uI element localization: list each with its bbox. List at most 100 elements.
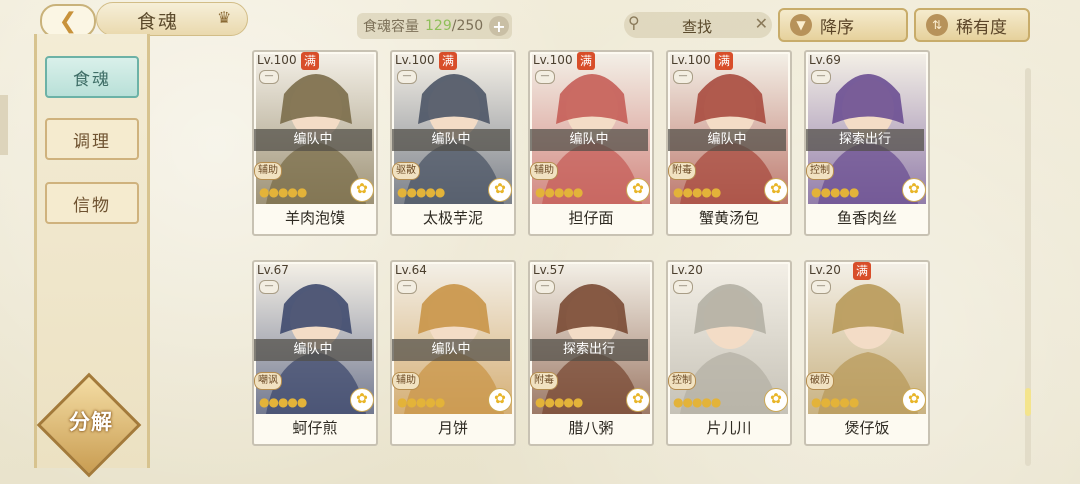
page-title: 食魂 xyxy=(137,11,180,33)
max-level-badge: 满 xyxy=(577,52,595,70)
status-banner: 编队中 xyxy=(254,129,372,151)
role-badge: 辅助 xyxy=(530,162,558,180)
level-label: Lv.100 xyxy=(395,53,435,67)
food-soul-card[interactable]: Lv.100 满 — 编队中 驱散 ●●●●● ✿ 太极芋泥 xyxy=(390,50,516,236)
flower-icon: ✿ xyxy=(626,388,650,412)
food-soul-card[interactable]: Lv.20 满 — 破防 ●●●●● ✿ 煲仔饭 xyxy=(804,260,930,446)
max-level-badge: 满 xyxy=(301,52,319,70)
card-name: 太极芋泥 xyxy=(422,209,483,227)
role-badge: 控制 xyxy=(668,372,696,390)
card-name: 月饼 xyxy=(437,419,468,437)
food-soul-card[interactable]: Lv.100 满 — 编队中 附毒 ●●●●● ✿ 蟹黄汤包 xyxy=(666,50,792,236)
star-rating: ●●●●● xyxy=(259,395,307,409)
search-text: 查找 xyxy=(682,18,713,36)
card-name: 蚵仔煎 xyxy=(292,419,338,437)
flower-icon: ✿ xyxy=(488,178,512,202)
role-badge: 破防 xyxy=(806,372,834,390)
lock-icon[interactable]: — xyxy=(811,280,831,294)
scrollbar[interactable] xyxy=(1025,68,1031,466)
card-name: 腊八粥 xyxy=(568,419,614,437)
level-label: Lv.64 xyxy=(395,263,427,277)
level-label: Lv.100 xyxy=(257,53,297,67)
max-level-badge: 满 xyxy=(853,262,871,280)
title-tab: 食魂 ♛ xyxy=(96,2,248,36)
role-badge: 控制 xyxy=(806,162,834,180)
lock-icon[interactable]: — xyxy=(397,70,417,84)
chevron-down-icon: ▼ xyxy=(790,14,812,36)
level-label: Lv.100 xyxy=(671,53,711,67)
food-soul-card[interactable]: Lv.20 — 控制 ●●●●● ✿ 片儿川 xyxy=(666,260,792,446)
level-label: Lv.69 xyxy=(809,53,841,67)
back-button[interactable]: ❮ xyxy=(40,4,96,38)
food-soul-card[interactable]: Lv.100 满 — 编队中辅助 ●●●●● ✿ 羊肉泡馍 xyxy=(252,50,378,236)
star-rating: ●●●●● xyxy=(673,395,721,409)
flower-icon: ✿ xyxy=(902,388,926,412)
star-rating: ●●●●● xyxy=(811,185,859,199)
star-rating: ●●●●● xyxy=(535,395,583,409)
sort-descending-button[interactable]: ▼ 降序 xyxy=(778,8,908,42)
tab-tokens[interactable]: 信物 xyxy=(45,182,139,224)
role-badge: 附毒 xyxy=(530,372,558,390)
star-rating: ●●●●● xyxy=(259,185,307,199)
max-level-badge: 满 xyxy=(439,52,457,70)
role-badge: 驱散 xyxy=(392,162,420,180)
flower-icon: ✿ xyxy=(626,178,650,202)
back-arrow-icon: ❮ xyxy=(58,8,78,34)
tab-food-souls[interactable]: 食魂 xyxy=(45,56,139,98)
card-name: 羊肉泡馍 xyxy=(284,209,345,227)
capacity-display: 食魂容量 129 /250 + xyxy=(357,13,512,39)
food-soul-card[interactable]: Lv.67 — 编队中嘲讽 ●●●●● ✿ 蚵仔煎 xyxy=(252,260,378,446)
max-level-badge: 满 xyxy=(715,52,733,70)
edge-decoration xyxy=(0,95,8,155)
lock-icon[interactable]: — xyxy=(397,280,417,294)
lock-icon[interactable]: — xyxy=(535,70,555,84)
food-soul-card[interactable]: Lv.57 — 探索出行附毒 ●●●●● ✿ 腊八粥 xyxy=(528,260,654,446)
status-banner: 编队中 xyxy=(392,339,510,361)
lock-icon[interactable]: — xyxy=(811,70,831,84)
lock-icon[interactable]: — xyxy=(259,70,279,84)
clear-icon[interactable]: ✕ xyxy=(755,14,768,33)
card-name: 煲仔饭 xyxy=(844,419,890,437)
status-banner: 编队中 xyxy=(254,339,372,361)
top-bar: ❮ 食魂 ♛ 食魂容量 129 /250 + ⚲ 查找 ✕ ▼ 降序 ⇅ 稀有度 xyxy=(0,0,1080,50)
food-soul-card[interactable]: Lv.100 满 — 编队中 辅助 ●●●●● ✿ 担仔面 xyxy=(528,50,654,236)
flower-icon: ✿ xyxy=(902,178,926,202)
food-soul-card[interactable]: Lv.69 — 探索出行控制 ●●●●● ✿ 鱼香肉丝 xyxy=(804,50,930,236)
role-badge: 辅助 xyxy=(254,162,282,180)
lock-icon[interactable]: — xyxy=(259,280,279,294)
capacity-total: /250 xyxy=(451,18,484,34)
role-badge: 辅助 xyxy=(392,372,420,390)
star-rating: ●●●●● xyxy=(535,185,583,199)
card-name: 片儿川 xyxy=(706,419,752,437)
search-icon: ⚲ xyxy=(628,13,640,32)
flower-icon: ✿ xyxy=(764,178,788,202)
card-name: 鱼香肉丝 xyxy=(836,209,897,227)
food-soul-card[interactable]: Lv.64 — 编队中辅助 ●●●●● ✿ 月饼 xyxy=(390,260,516,446)
capacity-current: 129 xyxy=(425,18,452,34)
level-label: Lv.57 xyxy=(533,263,565,277)
capacity-plus-button[interactable]: + xyxy=(489,16,509,36)
flower-icon: ✿ xyxy=(764,388,788,412)
level-label: Lv.67 xyxy=(257,263,289,277)
lock-icon[interactable]: — xyxy=(673,70,693,84)
flower-icon: ✿ xyxy=(350,388,374,412)
flower-icon: ✿ xyxy=(488,388,512,412)
crown-icon[interactable]: ♛ xyxy=(217,8,237,28)
search-input[interactable]: ⚲ 查找 ✕ xyxy=(624,12,772,38)
star-rating: ●●●●● xyxy=(397,395,445,409)
flower-icon: ✿ xyxy=(350,178,374,202)
status-banner: 编队中 xyxy=(668,129,786,151)
status-banner: 探索出行 xyxy=(806,129,924,151)
sort-rarity-button[interactable]: ⇅ 稀有度 xyxy=(914,8,1030,42)
star-rating: ●●●●● xyxy=(397,185,445,199)
role-badge: 嘲讽 xyxy=(254,372,282,390)
star-rating: ●●●●● xyxy=(673,185,721,199)
decompose-label: 分解 xyxy=(69,410,113,434)
level-label: Lv.20 xyxy=(671,263,703,277)
lock-icon[interactable]: — xyxy=(673,280,693,294)
lock-icon[interactable]: — xyxy=(535,280,555,294)
tab-seasoning[interactable]: 调理 xyxy=(45,118,139,160)
status-banner: 探索出行 xyxy=(530,339,648,361)
level-label: Lv.100 xyxy=(533,53,573,67)
scrollbar-thumb[interactable] xyxy=(1025,388,1031,416)
